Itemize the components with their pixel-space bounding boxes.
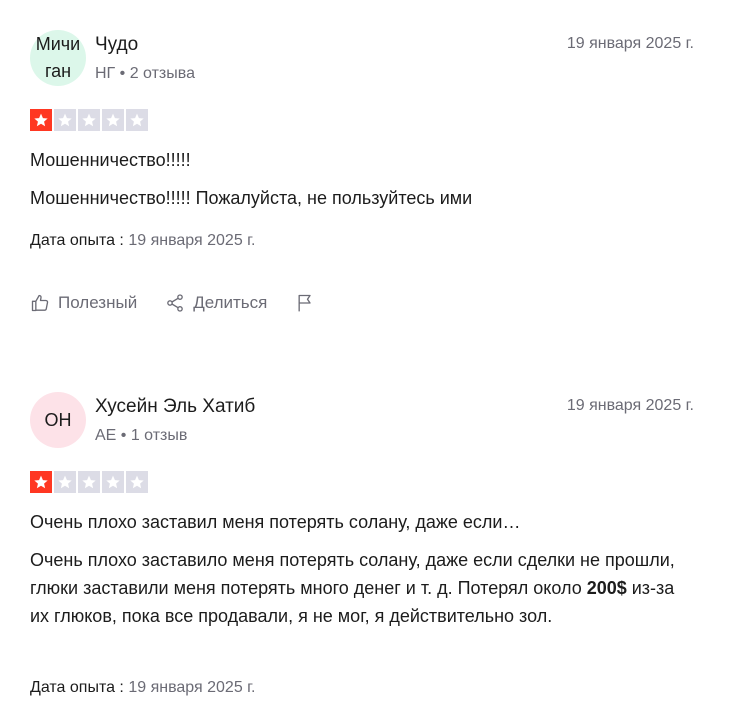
review-title[interactable]: Мошенничество!!!!! bbox=[30, 150, 191, 171]
thumbs-up-icon bbox=[31, 294, 49, 312]
experience-date: Дата опыта : 19 января 2025 г. bbox=[30, 679, 255, 697]
star-icon bbox=[102, 109, 124, 131]
star-rating bbox=[30, 109, 148, 131]
body-text: Очень плохо заставило меня потерять сола… bbox=[30, 550, 675, 598]
star-icon bbox=[30, 109, 52, 131]
star-icon bbox=[54, 471, 76, 493]
review-date: 19 января 2025 г. bbox=[566, 397, 694, 414]
experience-date: Дата опыта : 19 января 2025 г. bbox=[30, 232, 255, 250]
avatar[interactable]: ОН bbox=[30, 392, 86, 448]
experience-value: 19 января 2025 г. bbox=[128, 679, 256, 696]
share-label: Делиться bbox=[193, 293, 268, 312]
review-actions: Полезный Делиться bbox=[30, 293, 351, 313]
experience-label: Дата опыта : bbox=[30, 232, 124, 249]
flag-icon bbox=[298, 294, 312, 312]
reviewer-meta: AE • 1 отзыв bbox=[95, 427, 188, 444]
share-icon bbox=[167, 294, 184, 312]
reviewer-meta: НГ • 2 отзыва bbox=[95, 65, 195, 82]
review-date: 19 января 2025 г. bbox=[566, 35, 694, 52]
review-title[interactable]: Очень плохо заставил меня потерять солан… bbox=[30, 512, 521, 533]
useful-label: Полезный bbox=[58, 293, 138, 312]
star-rating bbox=[30, 471, 148, 493]
share-button[interactable]: Делиться bbox=[165, 293, 267, 313]
review-body: Очень плохо заставило меня потерять сола… bbox=[30, 546, 694, 630]
experience-label: Дата опыта : bbox=[30, 679, 124, 696]
body-amount: 200$ bbox=[586, 578, 627, 598]
star-icon bbox=[126, 109, 148, 131]
star-icon bbox=[54, 109, 76, 131]
star-icon bbox=[78, 471, 100, 493]
avatar[interactable]: Мичи ган bbox=[30, 30, 86, 86]
reviewer-name[interactable]: Чудо bbox=[95, 34, 138, 56]
star-icon bbox=[102, 471, 124, 493]
star-icon bbox=[30, 471, 52, 493]
report-button[interactable] bbox=[295, 293, 323, 313]
reviewer-name[interactable]: Хусейн Эль Хатиб bbox=[95, 396, 255, 418]
review-body: Мошенничество!!!!! Пожалуйста, не пользу… bbox=[30, 188, 473, 208]
star-icon bbox=[78, 109, 100, 131]
useful-button[interactable]: Полезный bbox=[30, 293, 137, 313]
star-icon bbox=[126, 471, 148, 493]
experience-value: 19 января 2025 г. bbox=[128, 232, 256, 249]
